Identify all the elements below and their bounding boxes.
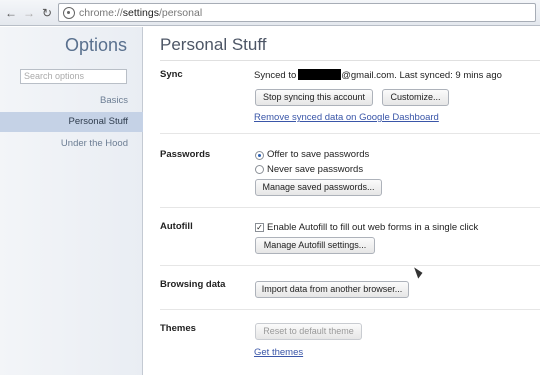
get-themes-link[interactable]: Get themes: [254, 347, 303, 358]
never-save-radio[interactable]: [255, 165, 264, 174]
browsing-data-label: Browsing data: [160, 279, 226, 290]
search-input[interactable]: Search options: [20, 69, 127, 84]
forward-icon[interactable]: →: [21, 5, 37, 21]
passwords-label: Passwords: [160, 149, 211, 160]
autofill-label: Autofill: [160, 221, 193, 232]
offer-save-label: Offer to save passwords: [267, 149, 370, 160]
main-content: Personal Stuff Sync Synced to @gmail.com.…: [144, 27, 540, 375]
never-save-label: Never save passwords: [267, 164, 364, 175]
page-icon: [63, 7, 75, 19]
stop-syncing-button[interactable]: Stop syncing this account: [255, 89, 373, 106]
page-title: Personal Stuff: [160, 35, 267, 54]
manage-passwords-button[interactable]: Manage saved passwords...: [255, 179, 382, 196]
autofill-enable-text: Enable Autofill to fill out web forms in…: [267, 222, 479, 233]
sidebar-title: Options: [64, 35, 127, 55]
sync-label: Sync: [160, 69, 183, 80]
sidebar-item-personal-stuff[interactable]: Personal Stuff: [0, 112, 143, 132]
address-bar[interactable]: chrome://settings/personal: [58, 3, 536, 22]
section-divider: [160, 309, 540, 310]
reload-icon[interactable]: ↻: [39, 5, 55, 21]
back-icon[interactable]: ←: [3, 5, 19, 21]
sidebar-item-under-the-hood[interactable]: Under the Hood: [0, 134, 143, 154]
offer-save-radio[interactable]: [255, 151, 264, 160]
customize-button[interactable]: Customize...: [382, 89, 449, 106]
remove-synced-data-link[interactable]: Remove synced data on Google Dashboard: [254, 112, 439, 123]
section-divider: [160, 133, 540, 134]
themes-label: Themes: [160, 323, 196, 334]
sidebar: Options Search options Basics Personal S…: [0, 27, 143, 375]
sync-status: Synced to @gmail.com. Last synced: 9 mins…: [254, 69, 502, 81]
import-data-button[interactable]: Import data from another browser...: [255, 281, 409, 298]
redacted-email: [298, 69, 342, 80]
autofill-checkbox[interactable]: ✓: [255, 223, 264, 232]
browser-toolbar: ← → ↻ chrome://settings/personal: [0, 0, 540, 26]
manage-autofill-button[interactable]: Manage Autofill settings...: [255, 237, 375, 254]
address-text: chrome://settings/personal: [79, 7, 203, 19]
section-divider: [160, 207, 540, 208]
section-divider: [160, 265, 540, 266]
title-divider: [160, 60, 540, 61]
sidebar-item-basics[interactable]: Basics: [0, 91, 143, 111]
reset-theme-button[interactable]: Reset to default theme: [255, 323, 362, 340]
